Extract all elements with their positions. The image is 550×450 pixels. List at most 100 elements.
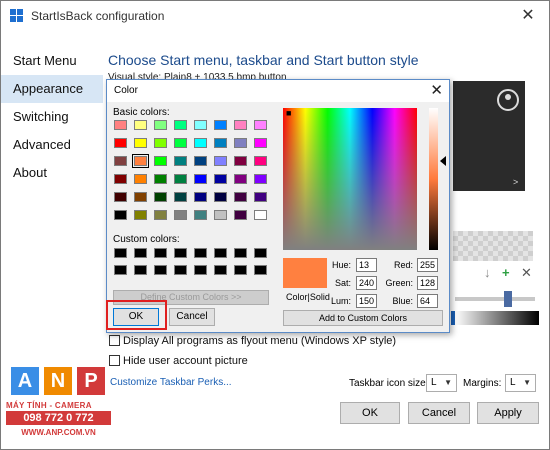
custom-color-swatch[interactable] [134, 248, 147, 258]
download-icon[interactable]: ↓ [484, 265, 491, 280]
custom-color-swatch[interactable] [234, 248, 247, 258]
margins-select[interactable]: L ▼ [505, 374, 536, 392]
basic-color-swatch[interactable] [214, 210, 227, 220]
basic-color-swatch[interactable] [154, 210, 167, 220]
hue-field[interactable]: 13 [356, 258, 377, 272]
basic-color-swatch[interactable] [254, 156, 267, 166]
basic-color-swatch[interactable] [114, 138, 127, 148]
basic-color-swatch[interactable] [214, 156, 227, 166]
basic-color-swatch[interactable] [194, 192, 207, 202]
custom-color-swatch[interactable] [114, 248, 127, 258]
basic-color-swatch[interactable] [154, 174, 167, 184]
close-icon[interactable]: ✕ [521, 265, 532, 281]
custom-color-swatch[interactable] [194, 248, 207, 258]
basic-color-swatch[interactable] [234, 156, 247, 166]
flyout-label: Display All programs as flyout menu (Win… [123, 335, 397, 347]
custom-color-swatch[interactable] [194, 265, 207, 275]
sat-field[interactable]: 240 [356, 276, 377, 290]
basic-color-swatch[interactable] [114, 120, 127, 130]
basic-color-swatch[interactable] [114, 210, 127, 220]
basic-color-swatch[interactable] [174, 210, 187, 220]
basic-color-swatch[interactable] [254, 210, 267, 220]
basic-color-swatch[interactable] [114, 192, 127, 202]
basic-color-swatch[interactable] [254, 138, 267, 148]
custom-color-swatch[interactable] [214, 248, 227, 258]
ok-button[interactable]: OK [340, 402, 400, 424]
basic-color-swatch[interactable] [134, 120, 147, 130]
customize-taskbar-link[interactable]: Customize Taskbar Perks... [110, 377, 232, 388]
add-icon[interactable]: + [502, 265, 510, 280]
nav-item-start-menu[interactable]: Start Menu [1, 47, 103, 75]
margins-value: L [510, 377, 516, 388]
basic-color-swatch[interactable] [174, 192, 187, 202]
basic-color-swatch[interactable] [234, 192, 247, 202]
close-icon[interactable]: ✕ [430, 81, 443, 99]
custom-color-swatch[interactable] [114, 265, 127, 275]
hide-picture-option[interactable]: Hide user account picture [109, 355, 248, 369]
basic-color-swatch[interactable] [254, 192, 267, 202]
basic-color-swatch[interactable] [114, 156, 127, 166]
custom-color-swatch[interactable] [154, 265, 167, 275]
basic-color-swatch[interactable] [134, 174, 147, 184]
lum-field[interactable]: 150 [356, 294, 377, 308]
basic-color-swatch[interactable] [154, 192, 167, 202]
basic-color-swatch[interactable] [174, 156, 187, 166]
apply-button[interactable]: Apply [477, 402, 539, 424]
flyout-option[interactable]: Display All programs as flyout menu (Win… [109, 335, 396, 349]
flyout-checkbox[interactable] [109, 335, 120, 346]
basic-color-swatch[interactable] [134, 210, 147, 220]
lightness-gradient[interactable] [455, 311, 539, 325]
basic-color-swatch[interactable] [154, 156, 167, 166]
custom-color-swatch[interactable] [254, 248, 267, 258]
green-field[interactable]: 128 [417, 276, 438, 290]
basic-color-swatch[interactable] [254, 120, 267, 130]
basic-color-swatch[interactable] [174, 174, 187, 184]
taskbar-icon-size-select[interactable]: L ▼ [426, 374, 457, 392]
basic-color-swatch[interactable] [154, 138, 167, 148]
basic-color-swatch[interactable] [234, 210, 247, 220]
basic-color-swatch[interactable] [194, 174, 207, 184]
basic-color-swatch[interactable] [154, 120, 167, 130]
luminosity-bar[interactable] [429, 108, 438, 250]
basic-color-swatch[interactable] [194, 120, 207, 130]
basic-color-swatch[interactable] [254, 174, 267, 184]
basic-color-swatch[interactable] [214, 138, 227, 148]
red-field[interactable]: 255 [417, 258, 438, 272]
basic-color-swatch[interactable] [214, 192, 227, 202]
basic-color-swatch[interactable] [234, 138, 247, 148]
basic-color-swatch[interactable] [214, 120, 227, 130]
basic-color-swatch[interactable] [214, 174, 227, 184]
color-spectrum[interactable] [283, 108, 417, 250]
custom-color-swatch[interactable] [254, 265, 267, 275]
custom-color-swatch[interactable] [174, 265, 187, 275]
cancel-button[interactable]: Cancel [408, 402, 470, 424]
hide-picture-checkbox[interactable] [109, 355, 120, 366]
nav-item-advanced[interactable]: Advanced [1, 131, 103, 159]
basic-color-swatch[interactable] [174, 138, 187, 148]
custom-color-swatch[interactable] [214, 265, 227, 275]
nav-item-appearance[interactable]: Appearance [1, 75, 103, 103]
dialog-cancel-button[interactable]: Cancel [169, 308, 215, 326]
luminosity-arrow-icon[interactable] [440, 156, 446, 166]
close-icon[interactable]: ✕ [513, 3, 543, 29]
basic-color-swatch[interactable] [194, 138, 207, 148]
basic-color-swatch[interactable] [114, 174, 127, 184]
custom-color-swatch[interactable] [154, 248, 167, 258]
basic-color-swatch[interactable] [194, 156, 207, 166]
transparency-slider-thumb[interactable] [504, 291, 512, 307]
basic-color-swatch[interactable] [194, 210, 207, 220]
nav-item-switching[interactable]: Switching [1, 103, 103, 131]
nav-item-about[interactable]: About [1, 159, 103, 187]
basic-color-swatch[interactable] [234, 120, 247, 130]
blue-field[interactable]: 64 [417, 294, 438, 308]
basic-color-swatch[interactable] [134, 138, 147, 148]
basic-color-swatch[interactable] [132, 154, 149, 168]
custom-color-swatch[interactable] [134, 265, 147, 275]
add-to-custom-colors-button[interactable]: Add to Custom Colors [283, 310, 443, 326]
basic-color-swatch[interactable] [234, 174, 247, 184]
transparency-slider-track[interactable] [455, 297, 535, 301]
basic-color-swatch[interactable] [174, 120, 187, 130]
basic-color-swatch[interactable] [134, 192, 147, 202]
custom-color-swatch[interactable] [234, 265, 247, 275]
custom-color-swatch[interactable] [174, 248, 187, 258]
